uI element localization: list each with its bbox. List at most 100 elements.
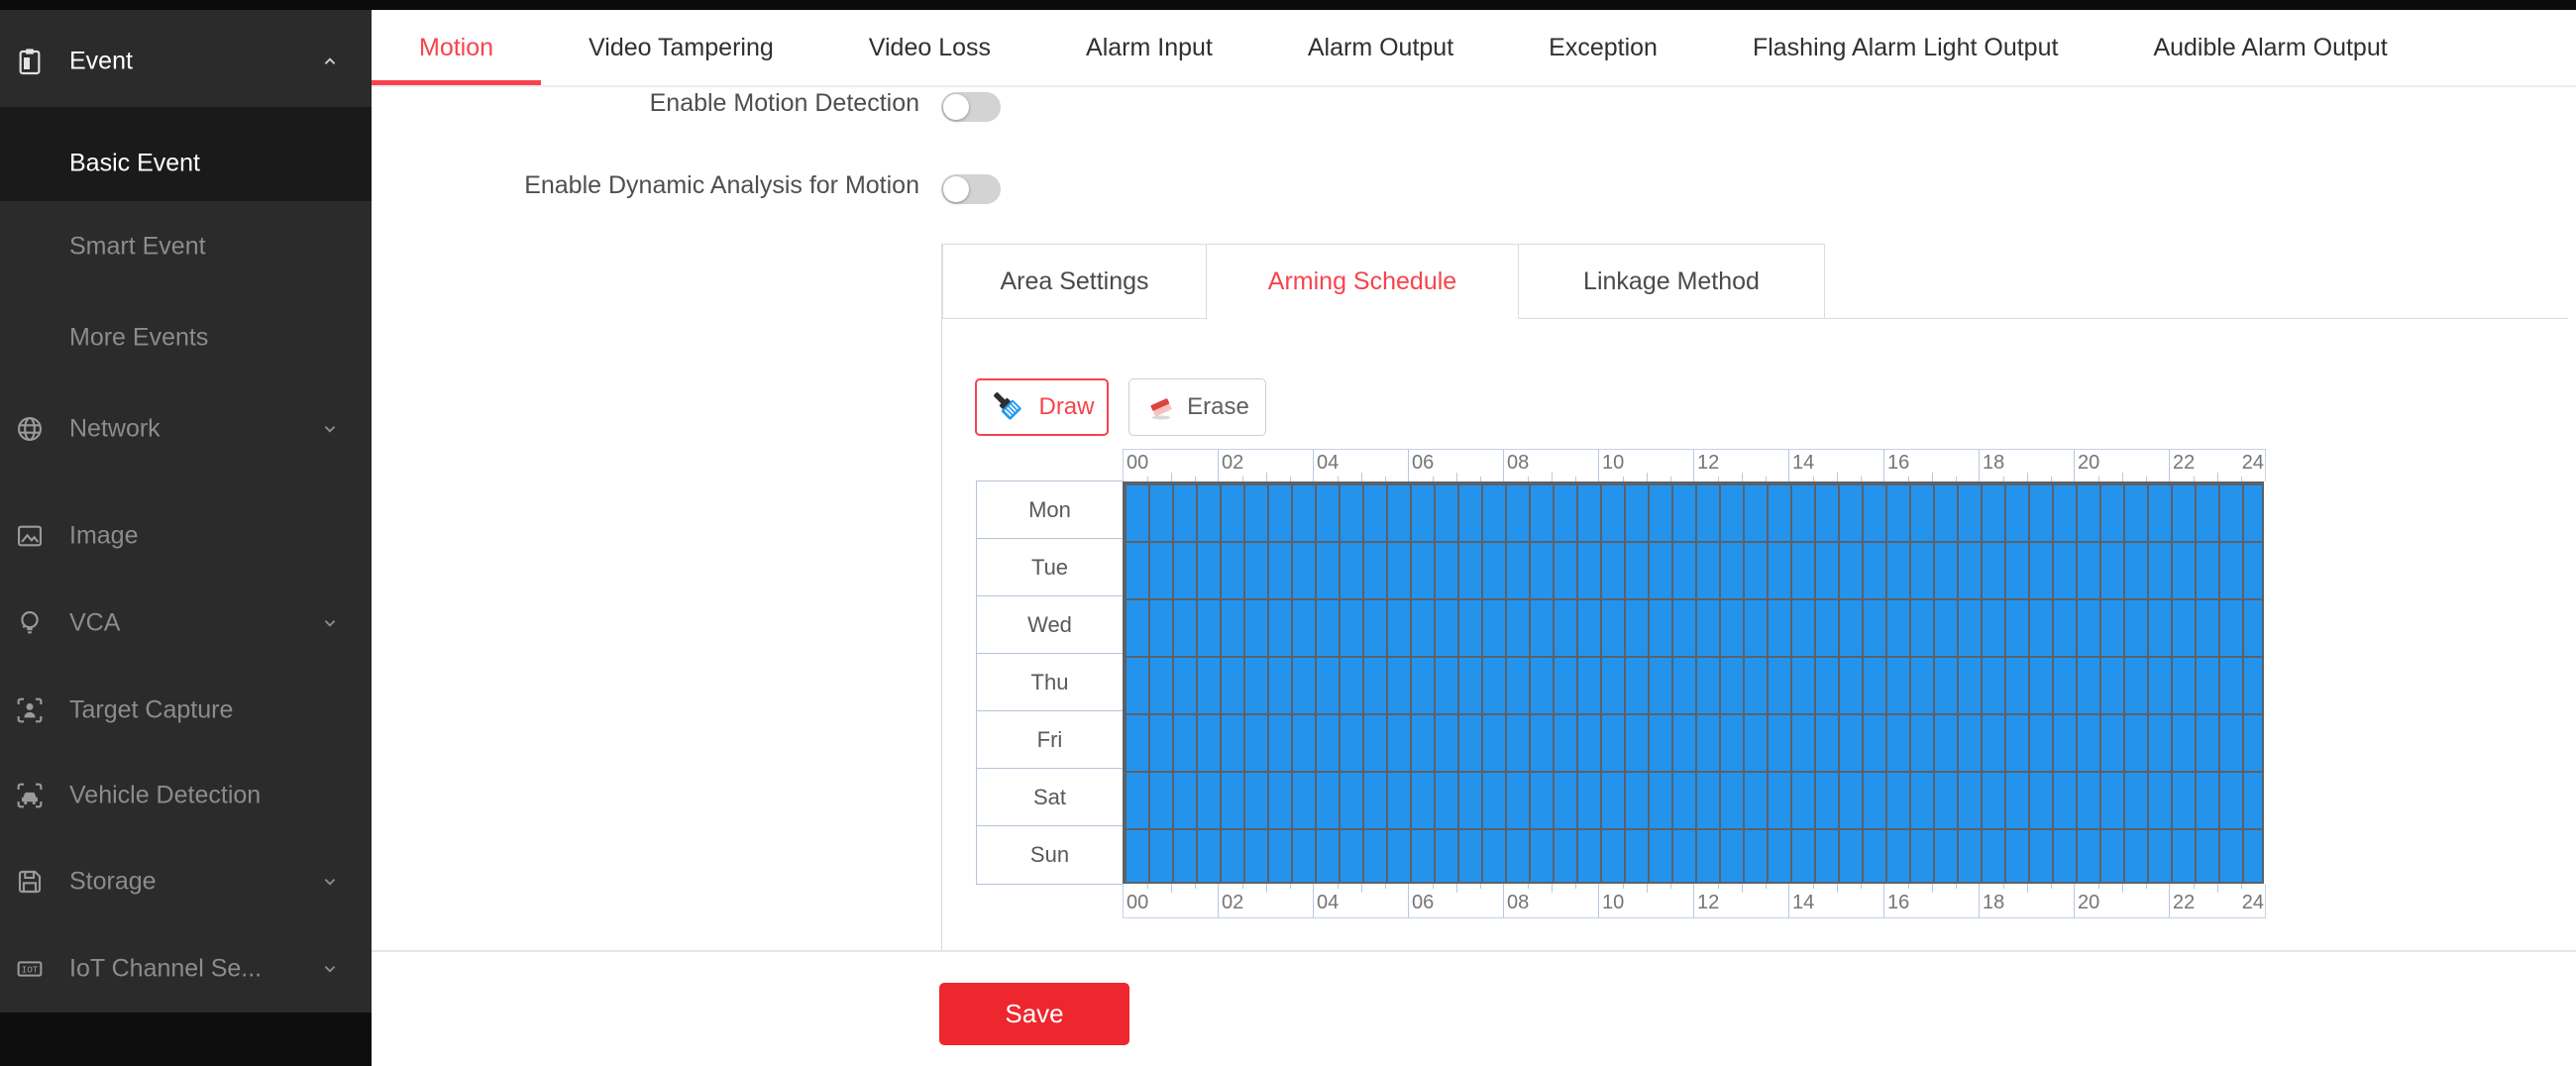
storage-icon (14, 866, 46, 898)
ruler-tick (2194, 884, 2195, 889)
sidebar-item-more-events[interactable]: More Events (0, 318, 372, 358)
sidebar-item-event[interactable]: Event (0, 42, 372, 81)
ruler-major-line (1598, 884, 1599, 917)
ruler-tick (2051, 884, 2052, 889)
day-label-fri: Fri (977, 711, 1123, 769)
draw-button[interactable]: Draw (975, 378, 1109, 436)
armed-period[interactable] (1123, 539, 2264, 596)
sidebar-item-vca[interactable]: VCA (0, 603, 372, 643)
ruler-tick (1171, 884, 1172, 893)
hour-label-top: 08 (1507, 452, 1529, 474)
schedule-row-fri[interactable] (1123, 711, 2264, 769)
hour-ruler-top: 00020406081012141618202224 (1123, 449, 2266, 481)
enable-motion-detection-toggle[interactable] (941, 92, 1001, 122)
erase-button[interactable]: Erase (1128, 378, 1266, 436)
schedule-row-wed[interactable] (1123, 596, 2264, 654)
armed-period[interactable] (1123, 826, 2264, 884)
ruler-tick (1147, 884, 1148, 889)
hour-label-top: 02 (1222, 452, 1243, 474)
ruler-tick (1433, 884, 1434, 889)
hour-label-top: 12 (1697, 452, 1719, 474)
globe-icon (14, 413, 46, 445)
sidebar-item-storage[interactable]: Storage (0, 862, 372, 902)
tab-alarm-output[interactable]: Alarm Output (1260, 10, 1501, 85)
tab-exception[interactable]: Exception (1501, 10, 1705, 85)
ruler-tick (1456, 473, 1457, 481)
schedule-row-tue[interactable] (1123, 539, 2264, 596)
image-icon (14, 520, 46, 552)
ruler-tick (1670, 884, 1671, 889)
schedule-row-sun[interactable] (1123, 826, 2264, 884)
armed-period[interactable] (1123, 711, 2264, 769)
sidebar-item-label: VCA (69, 609, 120, 638)
arming-schedule-grid[interactable] (1123, 481, 2264, 884)
ruler-major-line (1503, 884, 1504, 917)
sidebar-item-target-capture[interactable]: Target Capture (0, 691, 372, 730)
sidebar-item-label: IoT Channel Se... (69, 955, 262, 984)
chevron-down-icon (319, 418, 341, 440)
tab-flashing-alarm-light-output[interactable]: Flashing Alarm Light Output (1705, 10, 2106, 85)
toggle-knob (943, 176, 969, 202)
ruler-tick (2027, 884, 2028, 893)
armed-period[interactable] (1123, 769, 2264, 826)
ruler-tick (1338, 884, 1339, 889)
ruler-tick (2146, 884, 2147, 889)
sidebar-item-label: Event (69, 48, 133, 76)
sidebar-item-iot-channel-se[interactable]: IOTIoT Channel Se... (0, 949, 372, 989)
sidebar-item-label: Image (69, 522, 138, 551)
sidebar-item-smart-event[interactable]: Smart Event (0, 227, 372, 266)
schedule-row-mon[interactable] (1123, 481, 2264, 539)
ruler-tick (2217, 473, 2218, 481)
ruler-tick (1361, 884, 1362, 893)
target-capture-icon (14, 694, 46, 726)
ruler-major-line (1218, 450, 1219, 481)
ruler-major-line (1313, 450, 1314, 481)
hour-label-bottom: 16 (1887, 892, 1909, 913)
event-type-tabbar: MotionVideo TamperingVideo LossAlarm Inp… (372, 10, 2576, 87)
subtab-filler-border (1825, 244, 2568, 319)
ruler-tick (1195, 884, 1196, 889)
chevron-up-icon (319, 51, 341, 72)
sidebar-item-image[interactable]: Image (0, 516, 372, 556)
ruler-tick (1266, 473, 1267, 481)
page: Event Basic Event Smart Event More Events Ne… (0, 0, 2576, 1066)
tab-audible-alarm-output[interactable]: Audible Alarm Output (2105, 10, 2434, 85)
tab-video-tampering[interactable]: Video Tampering (541, 10, 821, 85)
hour-label-bottom: 08 (1507, 892, 1529, 913)
schedule-row-sat[interactable] (1123, 769, 2264, 826)
subtab-arming-schedule[interactable]: Arming Schedule (1207, 244, 1519, 319)
hour-label-bottom: 06 (1412, 892, 1434, 913)
ruler-tick (2217, 884, 2218, 893)
save-button[interactable]: Save (939, 983, 1129, 1045)
armed-period[interactable] (1123, 654, 2264, 711)
hour-ruler-bottom: 00020406081012141618202224 (1123, 884, 2266, 918)
erase-button-label: Erase (1187, 393, 1249, 421)
armed-period[interactable] (1123, 596, 2264, 654)
ruler-major-line (1693, 450, 1694, 481)
tab-motion[interactable]: Motion (372, 10, 541, 85)
sidebar-item-basic-event[interactable]: Basic Event (0, 144, 372, 183)
armed-period[interactable] (1123, 481, 2264, 539)
schedule-row-thu[interactable] (1123, 654, 2264, 711)
enable-dynamic-analysis-toggle[interactable] (941, 174, 1001, 204)
ruler-major-line (1883, 450, 1884, 481)
hour-label-top: 20 (2078, 452, 2099, 474)
ruler-major-line (1503, 450, 1504, 481)
ruler-tick (1932, 884, 1933, 893)
enable-dynamic-analysis-label: Enable Dynamic Analysis for Motion (372, 171, 919, 200)
toggle-knob (943, 94, 969, 120)
sidebar-item-vehicle-detection[interactable]: Vehicle Detection (0, 776, 372, 815)
sidebar-item-label: Storage (69, 868, 157, 897)
hour-label-top: 06 (1412, 452, 1434, 474)
tab-video-loss[interactable]: Video Loss (821, 10, 1038, 85)
hour-label-top: 04 (1317, 452, 1339, 474)
subtab-area-settings[interactable]: Area Settings (942, 244, 1207, 319)
sidebar-item-label: Network (69, 415, 161, 444)
subtab-linkage-method[interactable]: Linkage Method (1519, 244, 1825, 319)
hour-label-top: 16 (1887, 452, 1909, 474)
ruler-tick (2122, 473, 2123, 481)
ruler-major-line (1408, 884, 1409, 917)
tab-alarm-input[interactable]: Alarm Input (1038, 10, 1260, 85)
ruler-tick (1171, 473, 1172, 481)
sidebar-item-network[interactable]: Network (0, 409, 372, 449)
